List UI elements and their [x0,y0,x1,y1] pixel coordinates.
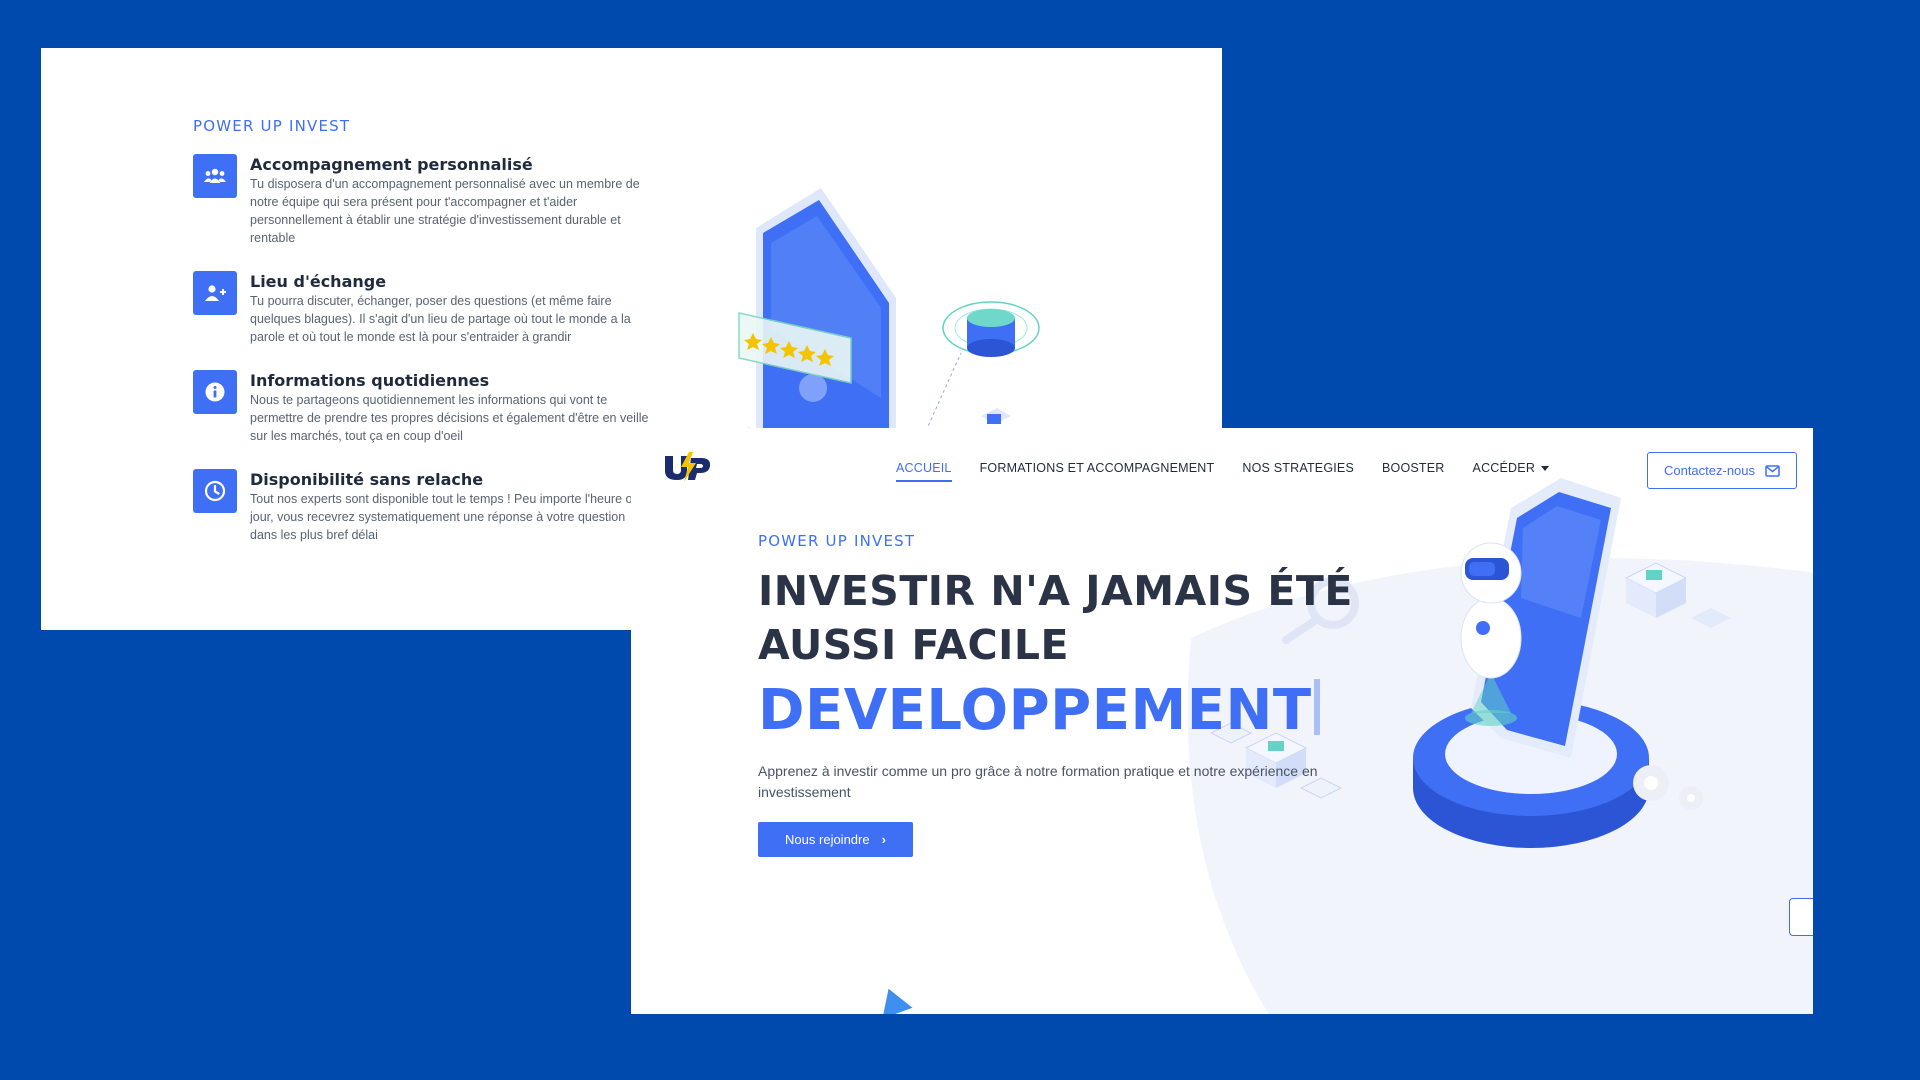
feature-title: Lieu d'échange [250,272,387,291]
feature-item-informations: Informations quotidiennes Nous te partag… [193,370,653,445]
users-group-icon [193,154,237,198]
nav-link-accueil[interactable]: ACCUEIL [896,461,952,482]
contact-button[interactable]: Contactez-nous [1647,452,1797,489]
navbar: ACCUEIL FORMATIONS ET ACCOMPAGNEMENT NOS… [631,428,1813,510]
hero-screenshot: ACCUEIL FORMATIONS ET ACCOMPAGNEMENT NOS… [631,428,1813,1014]
hero-title-line2: AUSSI FACILE [758,621,1070,669]
hero-eyebrow: POWER UP INVEST [758,532,916,550]
nav-link-formations[interactable]: FORMATIONS ET ACCOMPAGNEMENT [980,461,1215,482]
feature-item-disponibilite: Disponibilité sans relache Tout nos expe… [193,469,653,544]
feature-text: Tu pourra discuter, échanger, poser des … [250,294,631,344]
hero-subtitle: Apprenez à investir comme un pro grâce à… [758,763,1318,800]
feature-title: Disponibilité sans relache [250,470,484,489]
nav-link-booster[interactable]: BOOSTER [1382,461,1445,482]
join-button[interactable]: Nous rejoindre › [758,822,913,857]
info-circle-icon [193,370,237,414]
side-scroll-tab[interactable] [1789,898,1813,936]
feature-text: Tout nos experts sont disponible tout le… [250,492,653,542]
feature-item-accompagnement: Accompagnement personnalisé Tu disposera… [193,154,653,247]
hero-title: INVESTIR N'A JAMAIS ÉTÉ AUSSI FACILE [758,564,1378,672]
chevron-right-icon: › [881,832,886,847]
join-button-label: Nous rejoindre [785,832,870,847]
feature-title: Accompagnement personnalisé [250,155,533,174]
hero-title-line1: INVESTIR N'A JAMAIS ÉTÉ [758,567,1353,615]
caret-down-icon [1541,466,1550,472]
nav-link-acceder[interactable]: ACCÉDER [1473,461,1550,482]
features-list: Accompagnement personnalisé Tu disposera… [193,154,653,568]
typed-word-text: DEVELOPPEMENT [758,678,1312,743]
feature-title: Informations quotidiennes [250,371,490,390]
feature-text: Tu disposera d'un accompagnement personn… [250,177,640,245]
user-plus-icon [193,271,237,315]
hero-typed-word: DEVELOPPEMENT [758,676,1320,746]
features-eyebrow: POWER UP INVEST [193,117,351,135]
clock-icon [193,469,237,513]
feature-item-lieu-echange: Lieu d'échange Tu pourra discuter, échan… [193,271,653,346]
decorative-triangle [873,983,913,1014]
typing-cursor [1313,679,1320,735]
contact-button-label: Contactez-nous [1663,463,1756,478]
envelope-icon [1765,464,1780,477]
logo[interactable] [661,450,713,484]
nav-link-strategies[interactable]: NOS STRATEGIES [1242,461,1354,482]
nav-links: ACCUEIL FORMATIONS ET ACCOMPAGNEMENT NOS… [896,461,1577,482]
nav-link-acceder-label: ACCÉDER [1472,461,1536,475]
feature-text: Nous te partageons quotidiennement les i… [250,393,649,443]
